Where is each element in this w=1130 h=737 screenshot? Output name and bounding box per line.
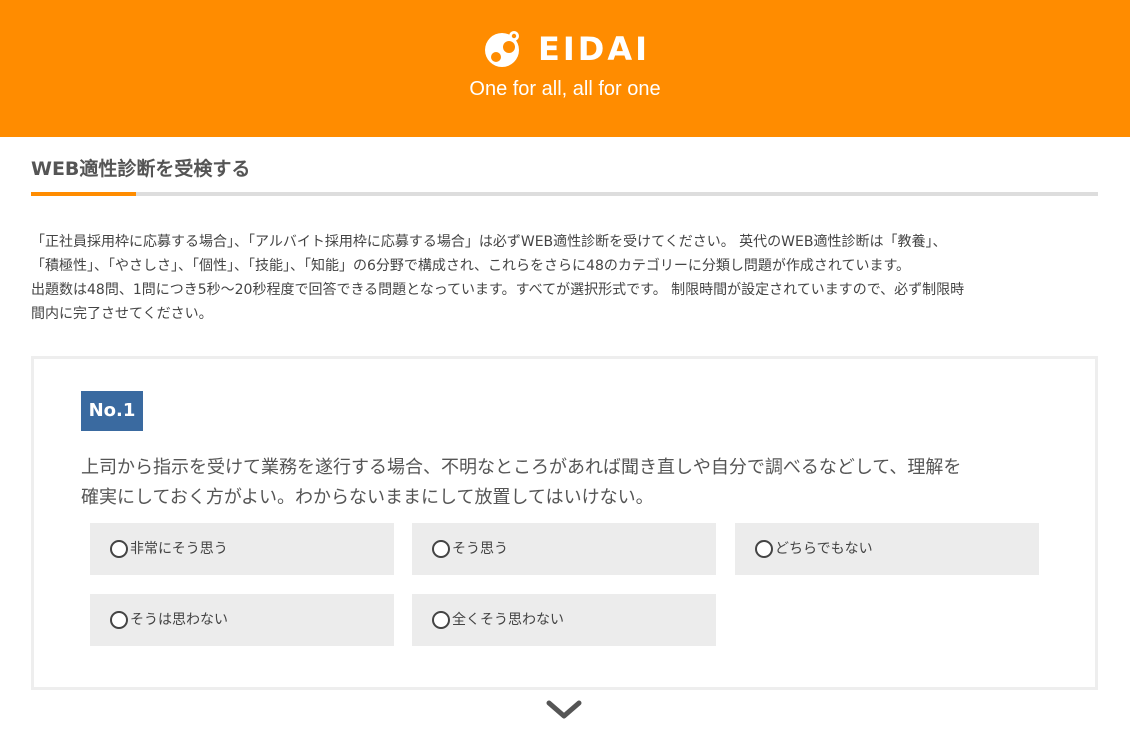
option-label: そうは思わない <box>130 612 228 628</box>
question-card: No.1 上司から指示を受けて業務を遂行する場合、不明なところがあれば聞き直しや… <box>31 356 1098 690</box>
question-text-line: 上司から指示を受けて業務を遂行する場合、不明なところがあれば聞き直しや自分で調べ… <box>81 457 962 478</box>
title-underline <box>31 192 1098 196</box>
option-strongly-agree[interactable]: 非常にそう思う <box>90 523 394 575</box>
option-label: 非常にそう思う <box>130 541 228 557</box>
site-header: EIDAI One for all, all for one <box>0 0 1130 137</box>
intro-line: 出題数は48問、1問につき5秒～20秒程度で回答できる問題となっています。すべて… <box>31 282 965 298</box>
option-label: そう思う <box>452 541 508 557</box>
tagline: One for all, all for one <box>469 78 661 100</box>
intro-line: 間内に完了させてください。 <box>31 306 213 322</box>
option-label: どちらでもない <box>775 541 873 557</box>
brand[interactable]: EIDAI <box>0 28 1130 70</box>
intro-line: 「積極性」、「やさしさ」、「個性」、「技能」、「知能」の6分野で構成され、これら… <box>31 258 911 274</box>
question-text: 上司から指示を受けて業務を遂行する場合、不明なところがあれば聞き直しや自分で調べ… <box>81 453 1061 513</box>
radio-icon[interactable] <box>755 540 773 558</box>
intro-text: 「正社員採用枠に応募する場合」、「アルバイト採用枠に応募する場合」は必ずWEB適… <box>31 230 1101 326</box>
radio-icon[interactable] <box>110 540 128 558</box>
title-underline-accent <box>31 192 136 196</box>
option-neutral[interactable]: どちらでもない <box>735 523 1039 575</box>
brand-name: EIDAI <box>538 30 650 68</box>
option-label: 全くそう思わない <box>452 612 564 628</box>
radio-icon[interactable] <box>432 611 450 629</box>
option-strongly-disagree[interactable]: 全くそう思わない <box>412 594 716 646</box>
page-title: WEB適性診断を受検する <box>31 158 251 180</box>
question-number-badge: No.1 <box>81 391 143 431</box>
option-disagree[interactable]: そうは思わない <box>90 594 394 646</box>
intro-line: 「正社員採用枠に応募する場合」、「アルバイト採用枠に応募する場合」は必ずWEB適… <box>31 234 947 250</box>
option-agree[interactable]: そう思う <box>412 523 716 575</box>
chevron-down-icon[interactable] <box>546 699 582 721</box>
radio-icon[interactable] <box>432 540 450 558</box>
eidai-logo-icon <box>485 31 519 67</box>
question-text-line: 確実にしておく方がよい。わからないままにして放置してはいけない。 <box>81 487 654 508</box>
radio-icon[interactable] <box>110 611 128 629</box>
